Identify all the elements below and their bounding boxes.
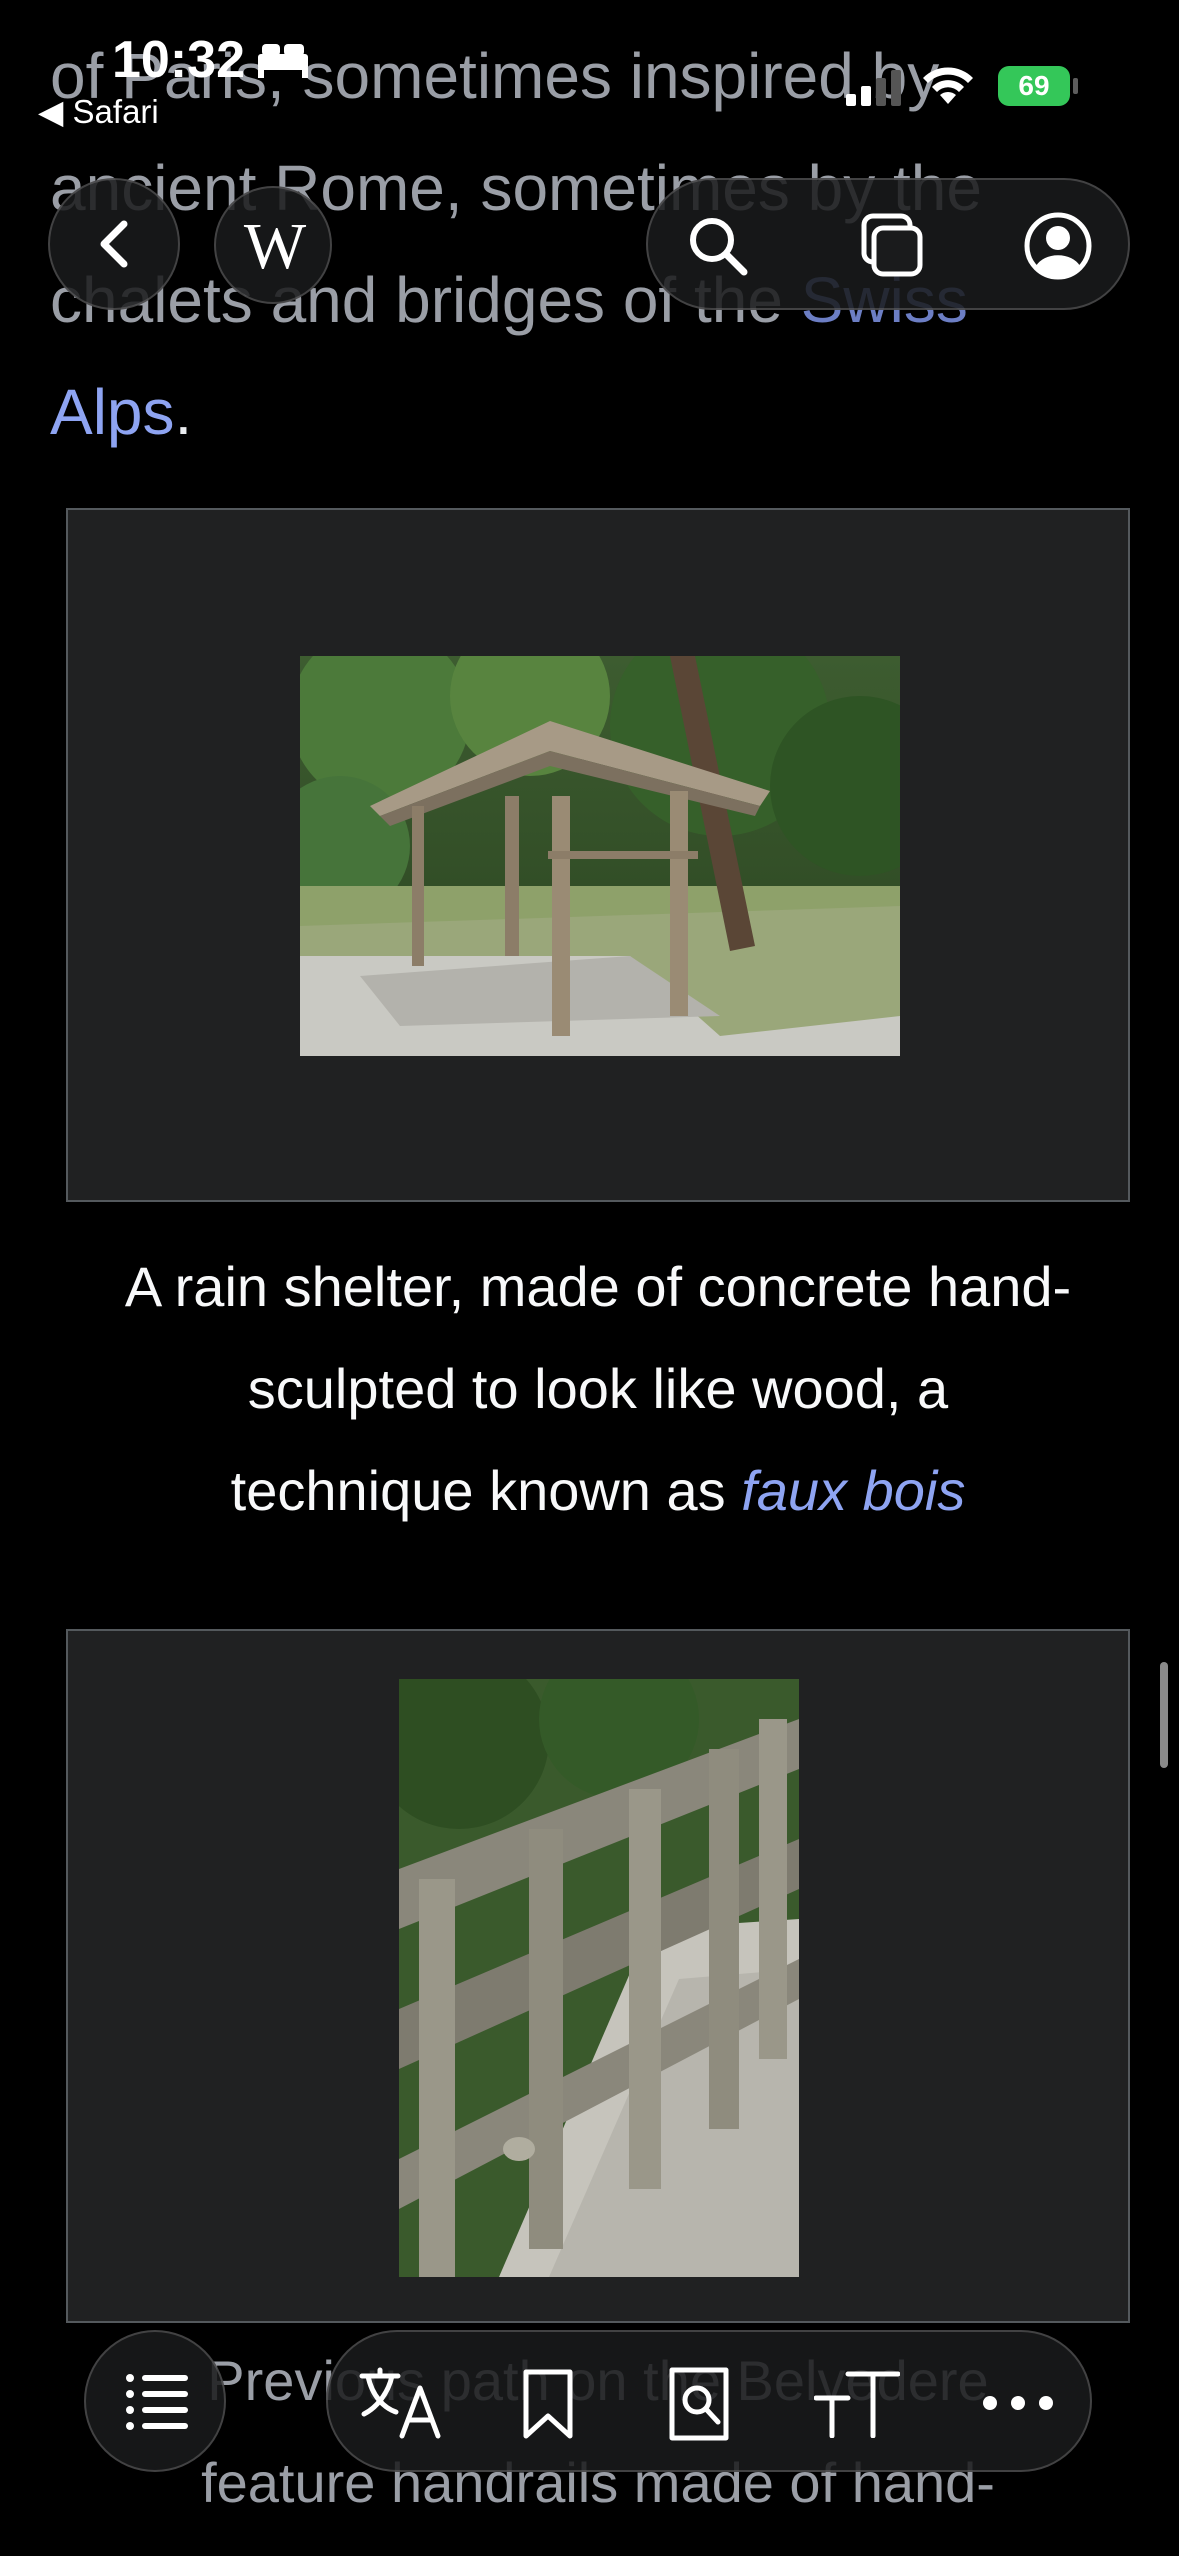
handrail-image[interactable]	[399, 1679, 799, 2277]
wifi-icon	[923, 67, 973, 104]
figure-handrails	[66, 1629, 1130, 2323]
back-to-safari[interactable]: ◀ Safari	[38, 92, 159, 131]
account-icon[interactable]	[1022, 210, 1094, 282]
figure-caption: A rain shelter, made of concrete hand- s…	[66, 1236, 1130, 1542]
more-icon[interactable]	[980, 2392, 1056, 2414]
bottom-toolbar	[326, 2330, 1092, 2472]
status-bar: 10:32 ◀ Safari 69	[0, 0, 1179, 140]
top-toolbar	[646, 178, 1130, 310]
contents-button[interactable]	[84, 2330, 226, 2472]
caption-line: A rain shelter, made of concrete hand-	[124, 1255, 1072, 1318]
bookmark-icon[interactable]	[520, 2368, 576, 2440]
battery-tip	[1073, 78, 1078, 94]
tabs-icon[interactable]	[856, 212, 926, 282]
wikipedia-logo: W	[243, 210, 307, 283]
faux-bois-link[interactable]: faux bois	[741, 1459, 965, 1522]
search-icon[interactable]	[684, 212, 752, 280]
wikipedia-home-button[interactable]: W	[214, 186, 332, 304]
figure-rain-shelter	[66, 508, 1130, 1202]
language-icon[interactable]	[358, 2366, 444, 2440]
cellular-signal-icon	[846, 70, 901, 106]
find-in-page-icon[interactable]	[666, 2366, 732, 2442]
scroll-indicator[interactable]	[1160, 1662, 1168, 1768]
bed-icon	[258, 44, 308, 78]
swiss-alps-link-cont[interactable]: Alps	[50, 376, 175, 448]
article-content: of Paris, sometimes inspired by ancient …	[0, 0, 1179, 2556]
caption-line: technique known as	[230, 1459, 742, 1522]
battery-indicator: 69	[998, 66, 1070, 106]
list-icon	[126, 2374, 188, 2430]
clock: 10:32	[112, 31, 245, 89]
text-size-icon[interactable]	[814, 2368, 900, 2438]
caption-line: sculpted to look like wood, a	[247, 1357, 949, 1420]
chevron-left-icon	[100, 220, 128, 268]
paragraph-period: .	[174, 376, 193, 448]
rain-shelter-image[interactable]	[300, 656, 900, 1056]
back-button[interactable]	[48, 178, 180, 310]
